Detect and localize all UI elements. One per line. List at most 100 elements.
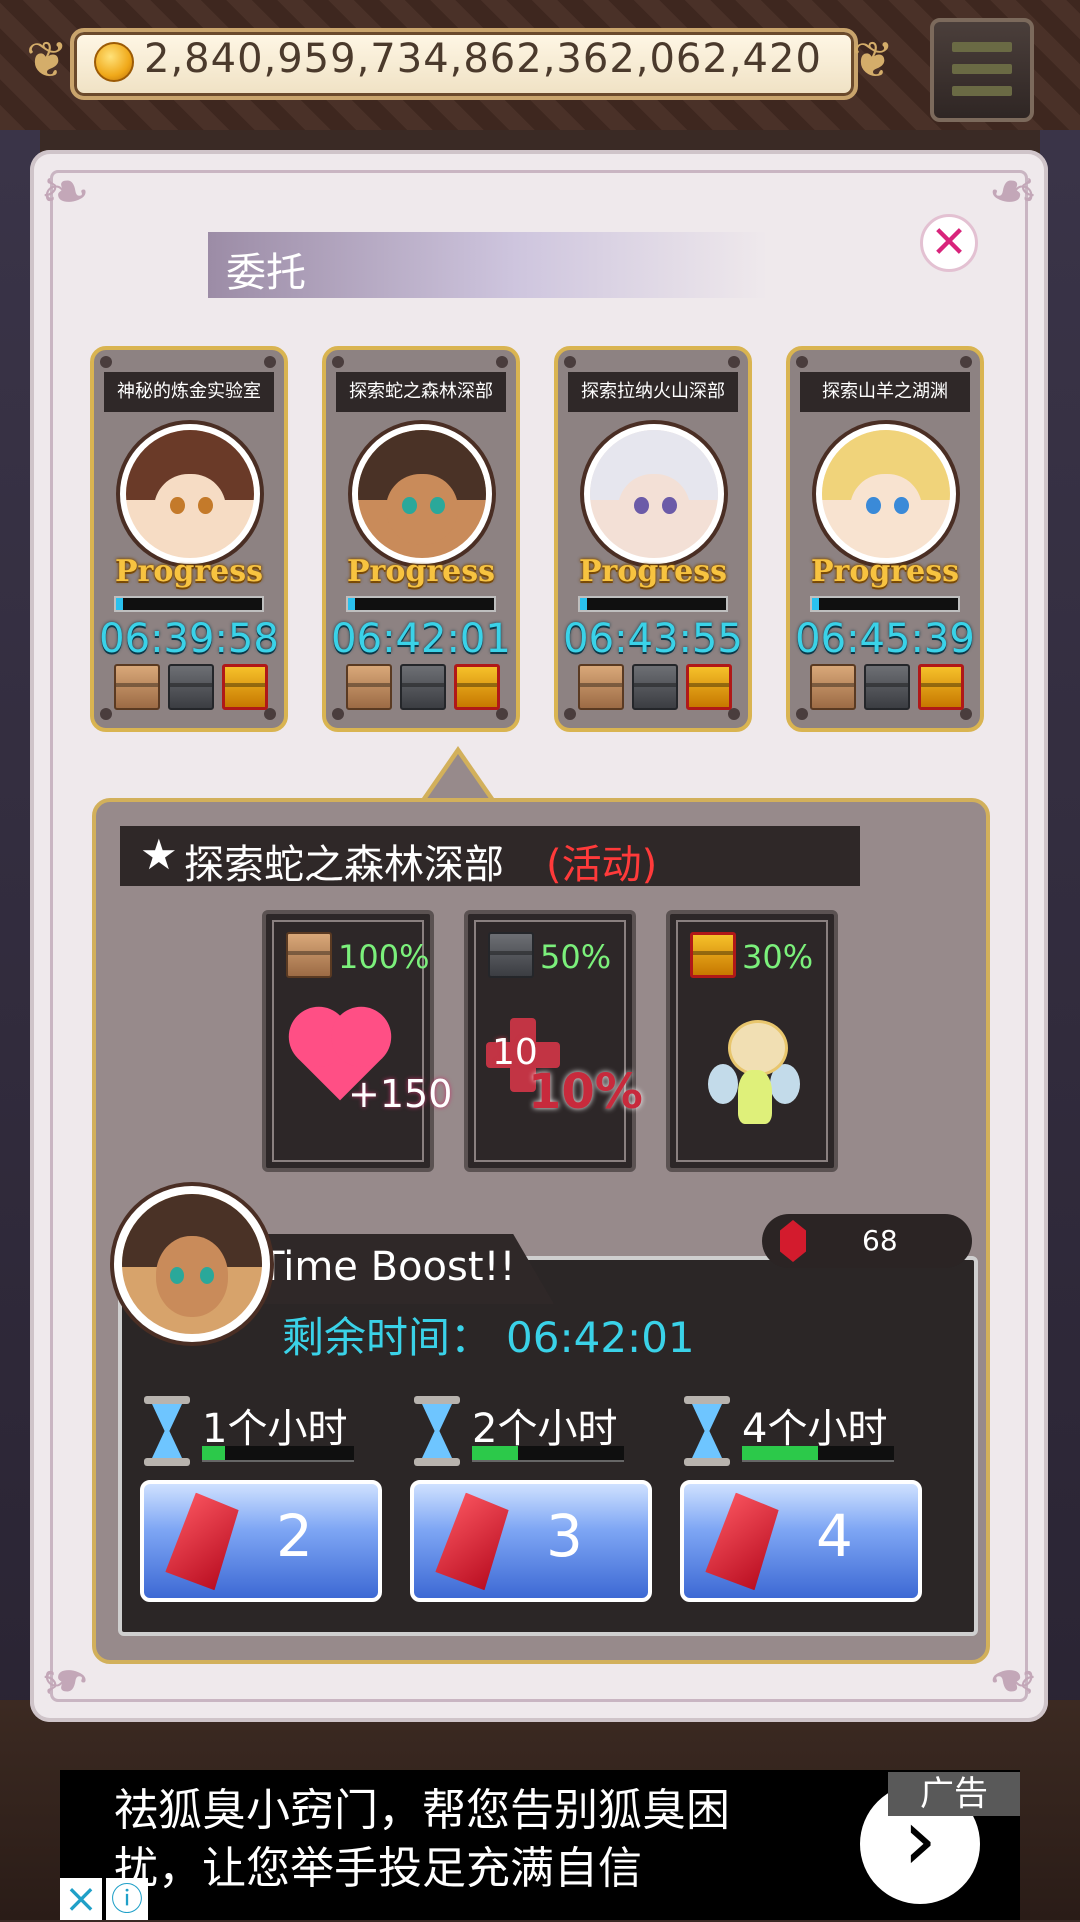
rivet [100, 356, 112, 368]
rivet [564, 356, 576, 368]
menu-button[interactable] [930, 18, 1034, 122]
boost-option-1h: 1个小时 2 [140, 1396, 384, 1626]
event-tag: (活动) [546, 842, 658, 888]
wooden-chest-icon [114, 664, 160, 710]
drop-chance: 100% [338, 938, 430, 976]
rivet [496, 356, 508, 368]
gem-counter: 68 [762, 1214, 972, 1268]
rivet [796, 356, 808, 368]
boost-bar [472, 1446, 624, 1462]
drop-chance: 30% [742, 938, 814, 976]
rivet [332, 708, 344, 720]
progress-bar [810, 596, 960, 612]
quest-header: ★ 探索蛇之森林深部 (活动) [120, 826, 860, 888]
quest-timer: 06:42:01 [331, 616, 511, 662]
coin-bar: ❦ 2,840,959,734,862,362,062,420 ❦ [20, 14, 900, 106]
panel-title-banner: 委托 [208, 232, 768, 298]
reward-card-wooden[interactable]: 100% +150 [262, 910, 452, 1172]
wooden-chest-icon [346, 664, 392, 710]
boost-option-4h: 4个小时 4 [680, 1396, 924, 1626]
boost-bar [202, 1446, 354, 1462]
quest-card[interactable]: 探索拉纳火山深部 Progress 06:43:55 [554, 346, 752, 732]
avatar [120, 424, 260, 564]
boost-bar [742, 1446, 894, 1462]
quest-card[interactable]: 探索蛇之森林深部 Progress 06:42:01 [322, 346, 520, 732]
quest-card[interactable]: 神秘的炼金实验室 Progress 06:39:58 [90, 346, 288, 732]
coin-icon [94, 42, 134, 82]
avatar [816, 424, 956, 564]
golden-chest-icon [222, 664, 268, 710]
gem-icon [780, 1220, 806, 1262]
iron-chest-icon [400, 664, 446, 710]
quest-title: 探索蛇之森林深部 [184, 842, 504, 888]
reward-amount: 10% [528, 1064, 643, 1120]
wooden-chest-icon [810, 664, 856, 710]
hourglass-icon [144, 1396, 190, 1466]
gem-count: 68 [862, 1224, 898, 1257]
progress-label: Progress [578, 554, 728, 589]
boost-cost: 3 [546, 1502, 583, 1570]
hourglass-icon [414, 1396, 460, 1466]
gem-icon [164, 1490, 240, 1592]
rivet [960, 356, 972, 368]
ad-text: 祛狐臭小窍门，帮您告别狐臭困扰，让您举手投足充满自信 [114, 1785, 730, 1894]
rivet [728, 356, 740, 368]
reward-card-iron[interactable]: 50% 10 10% [464, 910, 643, 1172]
corner-ornament: ❧ [987, 157, 1038, 227]
rivet [796, 708, 808, 720]
quest-name: 探索山羊之湖渊 [800, 372, 970, 412]
rivet [564, 708, 576, 720]
remaining-time: 剩余时间： 06:42:01 [282, 1304, 695, 1365]
avatar [114, 1186, 270, 1342]
star-icon: ★ [140, 830, 178, 879]
close-icon[interactable]: × [60, 1878, 102, 1920]
wooden-chest-icon [286, 932, 332, 978]
remaining-value: 06:42:01 [506, 1313, 695, 1362]
avatar [584, 424, 724, 564]
boost-cost: 4 [816, 1502, 853, 1570]
chest-row [346, 664, 506, 712]
quest-timer: 06:45:39 [795, 616, 975, 662]
progress-bar [346, 596, 496, 612]
chest-row [114, 664, 274, 712]
remaining-label: 剩余时间： [282, 1313, 493, 1362]
wooden-chest-icon [578, 664, 624, 710]
time-boost-section: Time Boost!! 68 剩余时间： 06:42:01 1个小时 2 2个… [114, 1186, 978, 1652]
iron-chest-icon [632, 664, 678, 710]
progress-label: Progress [346, 554, 496, 589]
boost-1h-button[interactable]: 2 [140, 1480, 382, 1602]
boost-2h-button[interactable]: 3 [410, 1480, 652, 1602]
corner-ornament: ❧ [40, 157, 91, 227]
golden-chest-icon [918, 664, 964, 710]
fairy-icon [708, 1010, 800, 1140]
rivet [100, 708, 112, 720]
chest-row [810, 664, 970, 712]
quest-timer: 06:43:55 [563, 616, 743, 662]
reward-card-golden[interactable]: 30% [666, 910, 838, 1172]
boost-4h-button[interactable]: 4 [680, 1480, 922, 1602]
iron-chest-icon [488, 932, 534, 978]
ad-banner[interactable]: 祛狐臭小窍门，帮您告别狐臭困扰，让您举手投足充满自信 › [60, 1770, 1020, 1920]
quest-card[interactable]: 探索山羊之湖渊 Progress 06:45:39 [786, 346, 984, 732]
time-boost-title: Time Boost!! [260, 1244, 516, 1290]
golden-chest-icon [690, 932, 736, 978]
progress-bar [114, 596, 264, 612]
panel-title: 委托 [226, 250, 306, 296]
progress-label: Progress [114, 554, 264, 589]
ad-label: 广告 [888, 1772, 1020, 1816]
info-icon[interactable]: ⓘ [106, 1878, 148, 1920]
golden-chest-icon [686, 664, 732, 710]
iron-chest-icon [864, 664, 910, 710]
chest-row [578, 664, 738, 712]
quest-detail: ★ 探索蛇之森林深部 (活动) 100% +150 50% 10 10% 30% [92, 798, 990, 1664]
iron-chest-icon [168, 664, 214, 710]
quest-name: 探索蛇之森林深部 [336, 372, 506, 412]
scroll-ornament-left: ❦ [26, 31, 68, 89]
quest-timer: 06:39:58 [99, 616, 279, 662]
close-button[interactable]: ✕ [920, 214, 978, 272]
reward-amount: +150 [348, 1072, 453, 1116]
quest-name: 神秘的炼金实验室 [104, 372, 274, 412]
gem-icon [704, 1490, 780, 1592]
progress-bar [578, 596, 728, 612]
scroll-ornament-right: ❦ [852, 31, 894, 89]
